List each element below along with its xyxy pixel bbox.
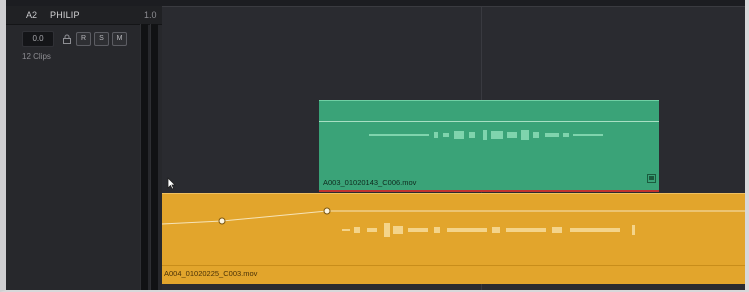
track-volume: 1.0 [144,10,157,20]
flag-icon[interactable] [647,174,656,183]
audio-clip-upper[interactable]: A003_01020143_C006.mov [319,100,659,192]
audio-meter-left [140,24,148,292]
mute-button[interactable]: M [112,32,127,46]
volume-keyframe[interactable] [323,207,331,215]
clip-volume-keyframes[interactable] [162,194,745,266]
audio-clip-lower[interactable]: A004_01020225_C003.mov [162,193,745,284]
clip-selection-bar [319,190,659,192]
track-number-field[interactable]: 0.0 [22,31,54,47]
clip-name-upper: A003_01020143_C006.mov [323,178,417,187]
clip-waveform [369,130,603,140]
track-id: A2 [26,10,38,20]
track-name[interactable]: PHILIP [50,10,80,20]
lock-icon[interactable] [62,34,72,44]
timeline-track-area[interactable]: A003_01020143_C006.mov A004_01020225_C00… [162,6,745,290]
clip-divider [162,265,745,266]
volume-keyframe[interactable] [218,217,226,225]
track-header-bar: A2 PHILIP 1.0 [6,6,162,25]
audio-meter-right [150,24,158,292]
timeline-divider [162,6,745,7]
solo-button[interactable]: S [94,32,109,46]
record-arm-button[interactable]: R [76,32,91,46]
clip-name-lower: A004_01020225_C003.mov [164,269,258,278]
clip-count: 12 Clips [22,52,51,61]
mouse-cursor-icon [167,177,176,190]
track-header-panel: A2 PHILIP 1.0 0.0 R S M 12 Clips [6,6,163,292]
